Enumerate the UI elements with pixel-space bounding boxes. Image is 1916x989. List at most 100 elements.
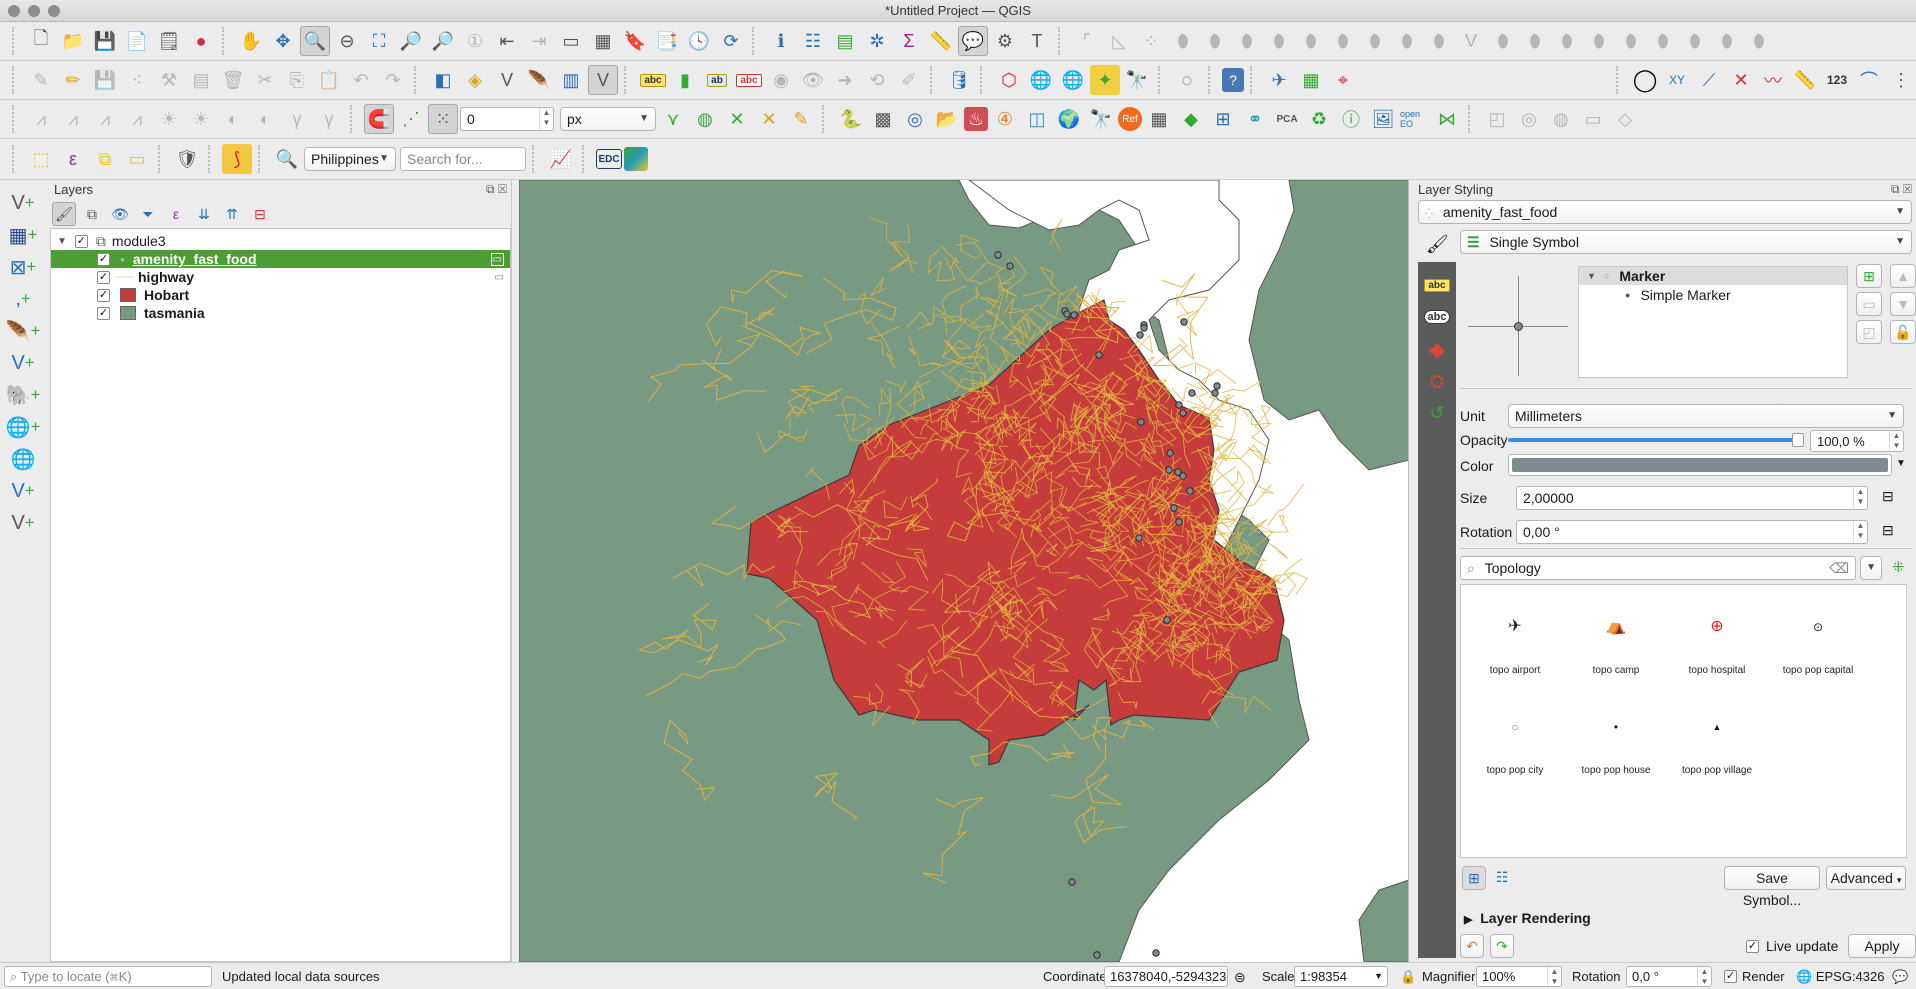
shape-tool-17-icon[interactable]: ⬮ [1712, 26, 1742, 56]
zoom-full-icon[interactable]: ⛶ [364, 26, 394, 56]
crs-button[interactable]: 🌐 EPSG:4326 [1796, 967, 1884, 987]
select-by-location-icon[interactable]: ⚙ [990, 26, 1020, 56]
annotation-3-icon[interactable]: ◍ [1546, 104, 1576, 134]
tab-history[interactable]: ↺ [1422, 398, 1452, 428]
new-shapefile-layer-icon[interactable]: V + [6, 508, 40, 538]
profile-plot-icon[interactable]: 📈 [546, 144, 576, 174]
list-view-button[interactable]: ☷ [1490, 866, 1514, 890]
plugin-openeo-icon[interactable]: open EO [1400, 104, 1430, 134]
plugin-recycle-icon[interactable]: ♻ [1304, 104, 1334, 134]
pin-labels-icon[interactable]: ab [702, 65, 732, 95]
zoom-out-icon[interactable]: ⊖ [332, 26, 362, 56]
add-symbol-layer-button[interactable]: ⊞ [1856, 264, 1882, 288]
rotation-data-defined-icon[interactable]: ⊟ [1882, 522, 1894, 539]
snapping-tolerance-input[interactable]: 0 ▲ ▼ [460, 107, 554, 131]
layer-indicator-icon[interactable]: ▭ [490, 252, 504, 266]
symbol-tree-root[interactable]: ▼ ○ Marker [1579, 267, 1847, 285]
advanced-digitize-2-icon[interactable]: ⩘ [58, 104, 88, 134]
move-up-button[interactable]: ▲ [1890, 264, 1916, 288]
shape-tool-14-icon[interactable]: ⬮ [1616, 26, 1646, 56]
shape-tool-12-icon[interactable]: ⬮ [1552, 26, 1582, 56]
annotation-4-icon[interactable]: ▭ [1578, 104, 1608, 134]
shape-tool-4-icon[interactable]: ⬮ [1264, 26, 1294, 56]
trace-icon[interactable]: ✕ [722, 104, 752, 134]
toggle-extent-icon[interactable]: ⊜ [1234, 967, 1246, 987]
layer-indicator-icon[interactable]: ▭ [495, 272, 504, 283]
snapping-unit-select[interactable]: px ▼ [560, 107, 656, 131]
fast-food-point[interactable] [1179, 472, 1187, 480]
zoom-native-icon[interactable]: ① [460, 26, 490, 56]
fast-food-point[interactable] [1186, 487, 1194, 495]
labeling-icon[interactable]: abc [638, 65, 668, 95]
pencil-sketch-icon[interactable]: ✎ [786, 104, 816, 134]
symbol-topo-camp[interactable]: ⛺ topo camp [1566, 615, 1666, 676]
layer-row-amenity-fast-food[interactable]: ✓ ● amenity_fast_food ▭ [51, 250, 510, 268]
statistical-summary-icon[interactable]: Σ [894, 26, 924, 56]
plugin-stack-icon[interactable]: ◆ [1176, 104, 1206, 134]
pan-map-icon[interactable]: ✋ [236, 26, 266, 56]
scale-select[interactable]: 1:98354 ▼ [1294, 966, 1388, 987]
quickosm-icon[interactable]: 🔭 [1122, 65, 1152, 95]
fast-food-point[interactable] [1165, 466, 1173, 474]
redo-style-button[interactable]: ↷ [1490, 934, 1514, 958]
rotate-label-icon[interactable]: ⟲ [862, 65, 892, 95]
toggle-editing-icon[interactable]: ✏ [58, 65, 88, 95]
fast-food-point[interactable] [1163, 616, 1171, 624]
ruler-icon[interactable]: 📏 [1790, 65, 1820, 95]
coordinate-input[interactable]: 16378040,-5294323 [1104, 966, 1228, 987]
layer-group-module3[interactable]: ▼ ✓ ⧉ module3 [51, 232, 510, 250]
zoom-to-selection-icon[interactable]: 🔎 [396, 26, 426, 56]
tab-diagrams[interactable]: ⛭ [1422, 366, 1452, 396]
plugin-pca-icon[interactable]: PCA [1272, 104, 1302, 134]
lock-layer-button[interactable]: 🔓 [1890, 320, 1916, 344]
plugin-binoculars-icon[interactable]: 🔭 [1086, 104, 1116, 134]
unit-select[interactable]: Millimeters ▼ [1508, 404, 1904, 428]
paste-features-icon[interactable]: 📋 [314, 65, 344, 95]
symbol-search-input[interactable]: ⌕ Topology ⌫ [1460, 556, 1856, 580]
fast-food-point[interactable] [1093, 951, 1101, 959]
size-data-defined-icon[interactable]: ⊟ [1882, 488, 1894, 505]
messages-icon[interactable]: 💬 [1892, 967, 1908, 987]
symbol-topo-pop-capital[interactable]: ⊙ topo pop capital [1768, 615, 1868, 676]
refresh-icon[interactable]: ⟳ [716, 26, 746, 56]
magnifier-input[interactable]: 100% ▲ ▼ [1476, 966, 1562, 987]
symbol-topo-hospital[interactable]: ⊕ topo hospital [1667, 615, 1767, 676]
snap-intersection-icon[interactable]: ◍ [690, 104, 720, 134]
select-by-expression-icon[interactable]: ε [58, 144, 88, 174]
advanced-digitize-4-icon[interactable]: ⩘ [122, 104, 152, 134]
gamma-up-icon[interactable]: γ [282, 104, 312, 134]
close-window-button[interactable] [8, 5, 20, 17]
filter-by-expression-icon[interactable]: ε [164, 202, 188, 226]
add-point-feature-icon[interactable]: ⁖ [122, 65, 152, 95]
field-calculator-icon[interactable]: ▤ [830, 26, 860, 56]
shape-tool-3-icon[interactable]: ⬮ [1232, 26, 1262, 56]
route-plugin-icon[interactable]: ⟆ [222, 144, 252, 174]
more-tools-icon[interactable]: ⋮ [1886, 65, 1916, 95]
sentinel-plugin-icon[interactable] [624, 147, 648, 171]
layer-visibility-checkbox[interactable]: ✓ [97, 306, 110, 320]
shape-tool-13-icon[interactable]: ⬮ [1584, 26, 1614, 56]
coordinate-capture-icon[interactable]: ◌ [1172, 65, 1202, 95]
reshape-tool-icon[interactable]: 〰 [1758, 65, 1788, 95]
save-symbol-button[interactable]: Save Symbol... [1724, 866, 1820, 908]
styling-layer-select[interactable]: ⁛ amenity_fast_food ▼ [1418, 200, 1912, 224]
change-label-icon[interactable]: ✐ [894, 65, 924, 95]
fast-food-point[interactable] [1213, 382, 1221, 390]
select-by-location-2-icon[interactable]: ▭ [122, 144, 152, 174]
shape-tool-16-icon[interactable]: ⬮ [1680, 26, 1710, 56]
edc-plugin-icon[interactable]: EDC [596, 149, 622, 169]
shield-plugin-icon[interactable]: 🛡 [172, 144, 202, 174]
delete-selected-icon[interactable]: 🗑 [218, 65, 248, 95]
python-console-icon[interactable]: 🐍 [836, 104, 866, 134]
apply-button[interactable]: Apply [1848, 934, 1916, 958]
crosshair-icon[interactable]: ⌖ [1328, 65, 1358, 95]
color-button[interactable] [1508, 454, 1892, 476]
layer-row-hobart[interactable]: ✓ Hobart [51, 286, 510, 304]
renderer-select[interactable]: ☰ Single Symbol ▼ [1460, 230, 1912, 254]
plugin-ref-icon[interactable]: Ref [1118, 107, 1142, 131]
gamma-down-icon[interactable]: γ [314, 104, 344, 134]
new-project-icon[interactable]: 🗋 [26, 26, 56, 56]
add-spatialite-layer-icon[interactable]: 🪶 + [6, 316, 41, 346]
zoom-next-icon[interactable]: ⇥ [524, 26, 554, 56]
opacity-slider[interactable] [1508, 433, 1804, 447]
